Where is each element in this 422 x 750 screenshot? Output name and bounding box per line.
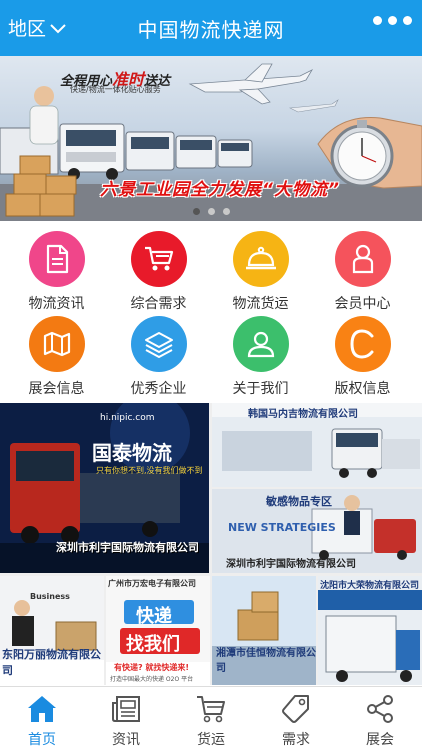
tab-label: 资讯 bbox=[112, 732, 140, 748]
grid-item-label: 综合需求 bbox=[130, 296, 187, 312]
bottom-tab-bar: 首页 资讯 货运 需求 展会 bbox=[0, 686, 422, 750]
tile-big: 快递 bbox=[136, 606, 172, 627]
map-icon bbox=[28, 316, 85, 372]
tab-demand[interactable]: 需求 bbox=[254, 693, 338, 749]
grid-item-label: 关于我们 bbox=[232, 381, 289, 397]
grid-item-label: 优秀企业 bbox=[130, 381, 187, 397]
category-grid: 物流资讯 综合需求 物流货运 会员中心 展会信息 优秀企业 关于我们 版权信息 bbox=[0, 221, 422, 401]
tab-label: 展会 bbox=[366, 732, 394, 748]
truck-image bbox=[318, 576, 422, 685]
home-icon bbox=[0, 693, 84, 725]
banner-caption: 六景工业园全力发展“大物流” bbox=[100, 180, 340, 200]
company-tile[interactable]: Business 东阳万丽物流有限公司 bbox=[0, 576, 104, 685]
member-icon bbox=[334, 231, 391, 287]
carousel-dots[interactable] bbox=[0, 208, 422, 215]
layers-icon bbox=[130, 316, 187, 372]
cart-icon bbox=[169, 693, 253, 725]
grid-item-demands[interactable]: 综合需求 bbox=[106, 231, 211, 313]
tab-news[interactable]: 资讯 bbox=[84, 693, 168, 749]
tab-freight[interactable]: 货运 bbox=[169, 693, 253, 749]
grid-item-label: 展会信息 bbox=[28, 381, 85, 397]
tile-site: hi.nipic.com bbox=[100, 413, 155, 423]
grid-item-about-us[interactable]: 关于我们 bbox=[208, 316, 313, 398]
tab-label: 货运 bbox=[197, 732, 225, 748]
carousel-dot[interactable] bbox=[207, 208, 215, 215]
tile-small: 打造中国最大的快递 O2O 平台 bbox=[110, 676, 194, 683]
carousel-dot[interactable] bbox=[192, 208, 200, 215]
grid-item-label: 会员中心 bbox=[334, 296, 391, 312]
tab-label: 需求 bbox=[282, 732, 310, 748]
copyright-icon bbox=[334, 316, 391, 372]
tile-company: 东阳万丽物流有限公司 bbox=[2, 648, 101, 677]
tile-company: 深圳市利宇国际物流有限公司 bbox=[56, 541, 199, 554]
company-tile[interactable]: 广州市万宏电子有限公司 快递 找我们 有快递? 就找快递来! 打造中国最大的快递… bbox=[106, 576, 210, 685]
banner-slogan-sub: 快递/物流一体化贴心服务 bbox=[70, 85, 161, 94]
tile-title: 敏感物品专区 bbox=[266, 495, 332, 508]
grid-item-member-center[interactable]: 会员中心 bbox=[310, 231, 415, 313]
top-bar: 地区 中国物流快递网 bbox=[0, 0, 422, 56]
tile-label: Business bbox=[30, 592, 70, 601]
tab-label: 首页 bbox=[28, 732, 56, 748]
share-icon bbox=[338, 693, 422, 725]
tile-company: 广州市万宏电子有限公司 bbox=[108, 579, 196, 588]
grid-item-exhibitions[interactable]: 展会信息 bbox=[4, 316, 109, 398]
grid-item-copyright[interactable]: 版权信息 bbox=[310, 316, 415, 398]
page-title: 中国物流快递网 bbox=[137, 18, 285, 42]
company-tile[interactable]: 韩国马内吉物流有限公司 bbox=[212, 403, 422, 487]
grid-item-logistics-news[interactable]: 物流资讯 bbox=[4, 231, 109, 313]
carousel-dot[interactable] bbox=[222, 208, 230, 215]
tile-company: 湘潭市佳恒物流有限公司 bbox=[216, 648, 316, 674]
tag-icon bbox=[254, 693, 338, 725]
tile-company: 沈阳市大荣物流有限公司 bbox=[320, 581, 420, 591]
grid-item-label: 物流资讯 bbox=[28, 296, 85, 312]
grid-item-top-companies[interactable]: 优秀企业 bbox=[106, 316, 211, 398]
company-tile[interactable]: hi.nipic.com 国泰物流 只有你想不到,没有我们做不到 深圳市利宇国际… bbox=[0, 403, 209, 573]
tile-sub: NEW STRATEGIES bbox=[228, 521, 336, 534]
grid-item-label: 版权信息 bbox=[334, 381, 391, 397]
tile-big: 找我们 bbox=[126, 634, 180, 655]
company-tile[interactable]: 敏感物品专区 NEW STRATEGIES 深圳市利宇国际物流有限公司 bbox=[212, 489, 422, 573]
company-tile[interactable]: 湘潭市佳恒物流有限公司 bbox=[212, 576, 316, 685]
person-icon bbox=[232, 316, 289, 372]
cart-icon bbox=[130, 231, 187, 287]
tab-exhibition[interactable]: 展会 bbox=[338, 693, 422, 749]
tile-company: 韩国马内吉物流有限公司 bbox=[248, 409, 358, 420]
news-icon bbox=[84, 693, 168, 725]
tile-small: 有快递? 就找快递来! bbox=[114, 663, 190, 672]
company-tiles: hi.nipic.com 国泰物流 只有你想不到,没有我们做不到 深圳市利宇国际… bbox=[0, 403, 422, 685]
tile-company: 深圳市利宇国际物流有限公司 bbox=[226, 559, 356, 570]
tile-sub: 只有你想不到,没有我们做不到 bbox=[96, 466, 203, 475]
company-tile[interactable]: 沈阳市大荣物流有限公司 bbox=[318, 576, 422, 685]
document-icon bbox=[28, 231, 85, 287]
grid-item-freight[interactable]: 物流货运 bbox=[208, 231, 313, 313]
banner-carousel[interactable]: 全程用心准时送达 快递/物流一体化贴心服务 六景工业园全力发展“大物流” bbox=[0, 56, 422, 221]
tab-home[interactable]: 首页 bbox=[0, 693, 84, 749]
grid-item-label: 物流货运 bbox=[232, 296, 289, 312]
cloche-icon bbox=[232, 231, 289, 287]
more-dots-icon[interactable] bbox=[373, 16, 412, 25]
tile-brand: 国泰物流 bbox=[92, 441, 172, 465]
